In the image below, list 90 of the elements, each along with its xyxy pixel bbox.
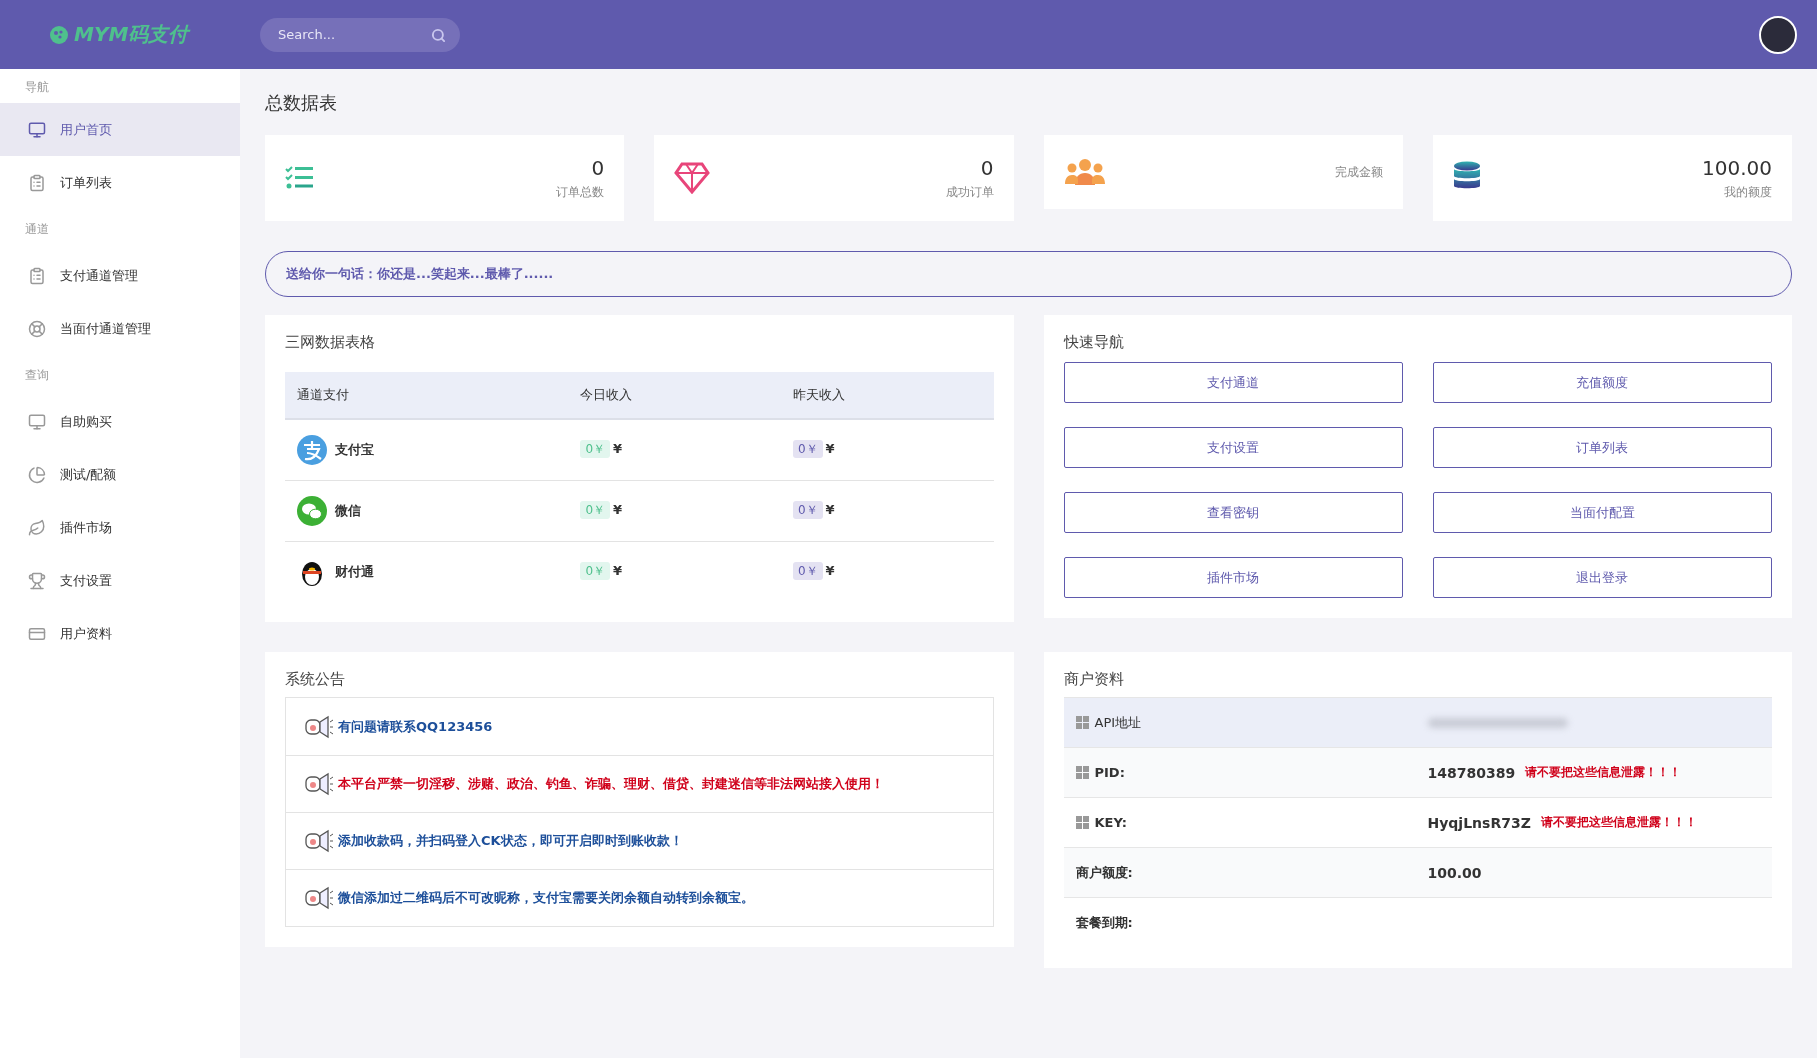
info-label: PID: — [1094, 765, 1125, 780]
quick-nav-button[interactable]: 支付设置 — [1063, 427, 1403, 468]
search-field[interactable]: Search... — [260, 17, 460, 52]
currency-symbol: ¥ — [825, 441, 835, 457]
quick-nav-button[interactable]: 退出登录 — [1432, 557, 1772, 598]
info-value: 100.00 — [1427, 864, 1482, 881]
checklist-icon — [285, 165, 315, 191]
monitor-icon — [28, 412, 46, 431]
column-header: 昨天收入 — [780, 372, 994, 419]
sidebar-item[interactable]: 当面付通道管理 — [0, 302, 240, 355]
channel-name: 支付宝 — [335, 440, 374, 459]
stat-label: 成功订单 — [945, 183, 994, 201]
sidebar-item[interactable]: 用户首页 — [0, 103, 240, 156]
trophy-icon — [28, 571, 46, 590]
info-value: HyqjLnsR73Z — [1427, 814, 1531, 831]
pie-chart-icon — [28, 465, 46, 484]
info-label: KEY: — [1094, 815, 1127, 830]
quick-nav-button[interactable]: 当面付配置 — [1432, 492, 1772, 533]
sidebar-section-title: 通道 — [24, 220, 50, 238]
quick-nav-button[interactable]: 查看密钥 — [1063, 492, 1403, 533]
currency-symbol: ¥ — [613, 441, 623, 457]
panel-title: 商户资料 — [1063, 670, 1125, 689]
sidebar-item[interactable]: 用户资料 — [0, 607, 240, 660]
warning-text: 请不要把这些信息泄露！！！ — [1540, 814, 1697, 831]
stat-label: 我的额度 — [1724, 183, 1772, 201]
income-badge: 0￥ — [580, 440, 611, 459]
grid-icon — [1075, 766, 1089, 779]
page-title: 总数据表 — [265, 91, 338, 115]
stat-value: 100.00 — [1702, 155, 1772, 180]
column-header: 通道支付 — [285, 372, 569, 419]
notice-text: 微信添加过二维码后不可改昵称，支付宝需要关闭余额自动转到余额宝。 — [338, 889, 754, 907]
quick-nav-button[interactable]: 充值额度 — [1432, 362, 1772, 403]
income-badge: 0￥ — [580, 501, 611, 519]
stat-value: 0 — [591, 155, 605, 180]
users-icon — [1063, 157, 1106, 187]
diamond-icon — [674, 162, 711, 194]
logo-text: MYM码支付 — [74, 21, 189, 48]
info-label: 套餐到期: — [1075, 914, 1133, 932]
column-header: 今日收入 — [568, 372, 781, 419]
panel-title: 快速导航 — [1063, 333, 1125, 352]
quick-nav-button[interactable]: 插件市场 — [1063, 557, 1403, 598]
clipboard-icon — [28, 173, 46, 192]
search-icon[interactable] — [431, 27, 446, 43]
quick-nav-button[interactable]: 支付通道 — [1063, 362, 1403, 403]
info-label: API地址 — [1094, 713, 1142, 732]
sidebar-item[interactable]: 支付通道管理 — [0, 249, 240, 302]
stat-label: 完成金额 — [1334, 163, 1383, 181]
info-label: 商户额度: — [1075, 863, 1133, 882]
sidebar-section-title: 查询 — [24, 366, 50, 384]
grid-icon — [1075, 816, 1089, 829]
megaphone-icon — [304, 828, 334, 854]
sidebar-section-title: 导航 — [24, 79, 50, 96]
channel-name: 财付通 — [335, 562, 374, 581]
quote-text: 送给你一句话：你还是...笑起来...最棒了...... — [286, 265, 554, 283]
income-badge: 0￥ — [580, 562, 611, 581]
megaphone-icon — [304, 771, 334, 797]
notice-text: 添加收款码，并扫码登入CK状态，即可开启即时到账收款！ — [338, 832, 683, 850]
clipboard-icon — [28, 266, 46, 285]
leaf-icon — [28, 518, 46, 537]
grid-icon — [1075, 716, 1089, 729]
sidebar-item[interactable]: 自助购买 — [0, 395, 240, 448]
panel-title: 三网数据表格 — [285, 333, 376, 352]
alipay-icon — [297, 434, 327, 465]
income-badge: 0￥ — [792, 562, 823, 581]
income-badge: 0￥ — [792, 440, 823, 459]
income-badge: 0￥ — [792, 501, 823, 519]
lifebuoy-icon — [28, 319, 46, 338]
megaphone-icon — [304, 713, 334, 740]
notice-text: 本平台严禁一切淫秽、涉赌、政治、钓鱼、诈骗、理财、借贷、封建迷信等非法网站接入使用！ — [338, 775, 884, 793]
panel-title: 系统公告 — [285, 670, 346, 689]
monitor-icon — [28, 120, 46, 139]
chat-bubbles-icon — [297, 495, 327, 526]
info-value: 148780389 — [1427, 764, 1516, 781]
stat-label: 订单总数 — [556, 183, 605, 201]
megaphone-icon — [304, 885, 334, 911]
logo-icon — [50, 25, 68, 44]
quick-nav-button[interactable]: 订单列表 — [1432, 427, 1772, 468]
notice-text: 有问题请联系QQ123456 — [338, 717, 493, 736]
avatar[interactable] — [1759, 15, 1797, 54]
channel-name: 微信 — [335, 501, 361, 520]
sidebar-item[interactable]: 测试/配额 — [0, 448, 240, 501]
stat-value: 0 — [980, 155, 994, 180]
currency-symbol: ¥ — [613, 563, 623, 579]
sidebar-item[interactable]: 支付设置 — [0, 554, 240, 607]
currency-symbol: ¥ — [825, 502, 835, 517]
sidebar-item[interactable]: 插件市场 — [0, 501, 240, 554]
currency-symbol: ¥ — [825, 563, 835, 579]
warning-text: 请不要把这些信息泄露！！！ — [1525, 764, 1682, 781]
sidebar-item[interactable]: 订单列表 — [0, 156, 240, 209]
currency-symbol: ¥ — [613, 502, 623, 517]
